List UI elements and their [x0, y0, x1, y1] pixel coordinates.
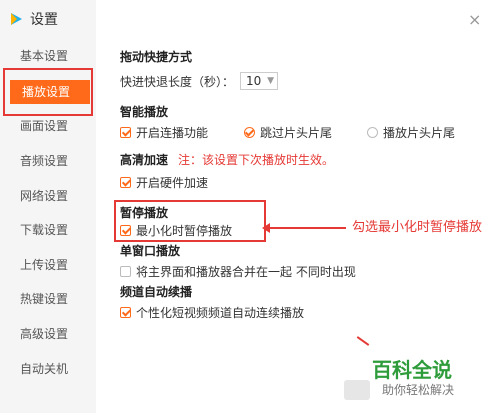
close-icon[interactable]: ×	[468, 10, 481, 29]
seek-length-label: 快进快退长度（秒）：	[120, 74, 235, 89]
partial-button[interactable]	[344, 380, 370, 400]
watermark-dash	[356, 336, 370, 346]
continuous-play-label: 开启连播功能	[136, 126, 209, 140]
continuous-play-checkbox[interactable]	[120, 127, 131, 138]
sidebar-item-picture[interactable]: 画面设置	[0, 114, 96, 138]
sidebar-item-hotkey[interactable]: 热键设置	[0, 287, 96, 311]
annotation-box	[114, 200, 266, 242]
merge-window-checkbox[interactable]	[120, 266, 131, 277]
smart-play-title: 智能播放	[120, 105, 169, 119]
chevron-down-icon: ▼	[267, 76, 275, 86]
play-intro-label: 播放片头片尾	[383, 126, 456, 140]
hd-accel-title: 高清加速	[120, 153, 169, 167]
seek-length-select[interactable]: 10 ▼	[240, 72, 279, 90]
sidebar-item-auto-shutdown[interactable]: 自动关机	[0, 357, 96, 381]
hardware-accel-label: 开启硬件加速	[136, 176, 209, 190]
seek-length-row: 快进快退长度（秒）： 10 ▼	[120, 72, 279, 90]
annotation-text: 勾选最小化时暂停播放	[352, 220, 483, 235]
title-row: 设置	[8, 8, 58, 30]
merge-window-option[interactable]: 将主界面和播放器合并在一起 不同时出现	[120, 263, 356, 280]
seek-length-value: 10	[246, 74, 262, 88]
channel-auto-label: 个性化短视频频道自动连续播放	[136, 306, 305, 320]
sidebar-item-download[interactable]: 下载设置	[0, 218, 96, 242]
hardware-accel-option[interactable]: 开启硬件加速	[120, 174, 208, 191]
annotation-arrow-line	[266, 227, 346, 229]
app-title: 设置	[30, 12, 58, 28]
skip-intro-option[interactable]: 跳过片头片尾	[244, 124, 332, 141]
sidebar-item-audio[interactable]: 音频设置	[0, 149, 96, 173]
sidebar-highlight-box	[3, 68, 93, 116]
sidebar: 设置 基本设置 播放设置 画面设置 音频设置 网络设置 下载设置 上传设置 热键…	[0, 0, 96, 413]
channel-auto-title: 频道自动续播	[120, 285, 193, 299]
play-intro-radio[interactable]	[367, 127, 378, 138]
watermark-brand: 百科全说	[372, 358, 452, 382]
hd-accel-header: 高清加速 注：该设置下次播放时生效。	[120, 151, 334, 168]
annotation-arrow-icon	[262, 223, 270, 233]
hd-accel-note: 注：该设置下次播放时生效。	[178, 153, 335, 167]
hardware-accel-checkbox[interactable]	[120, 177, 131, 188]
sidebar-item-advanced[interactable]: 高级设置	[0, 322, 96, 346]
skip-intro-radio[interactable]	[244, 127, 255, 138]
app-logo-icon	[11, 13, 22, 25]
continuous-play-option[interactable]: 开启连播功能	[120, 124, 208, 141]
watermark-subtitle: 助你轻松解决	[382, 383, 455, 397]
sidebar-item-upload[interactable]: 上传设置	[0, 253, 96, 277]
sidebar-item-basic[interactable]: 基本设置	[0, 44, 96, 68]
sidebar-item-network[interactable]: 网络设置	[0, 184, 96, 208]
channel-auto-option[interactable]: 个性化短视频频道自动连续播放	[120, 304, 304, 321]
seek-section-title: 拖动快捷方式	[120, 50, 193, 64]
play-intro-option[interactable]: 播放片头片尾	[367, 124, 455, 141]
channel-auto-checkbox[interactable]	[120, 307, 131, 318]
merge-window-label: 将主界面和播放器合并在一起 不同时出现	[136, 265, 356, 279]
single-window-title: 单窗口播放	[120, 244, 181, 258]
skip-intro-label: 跳过片头片尾	[260, 126, 333, 140]
